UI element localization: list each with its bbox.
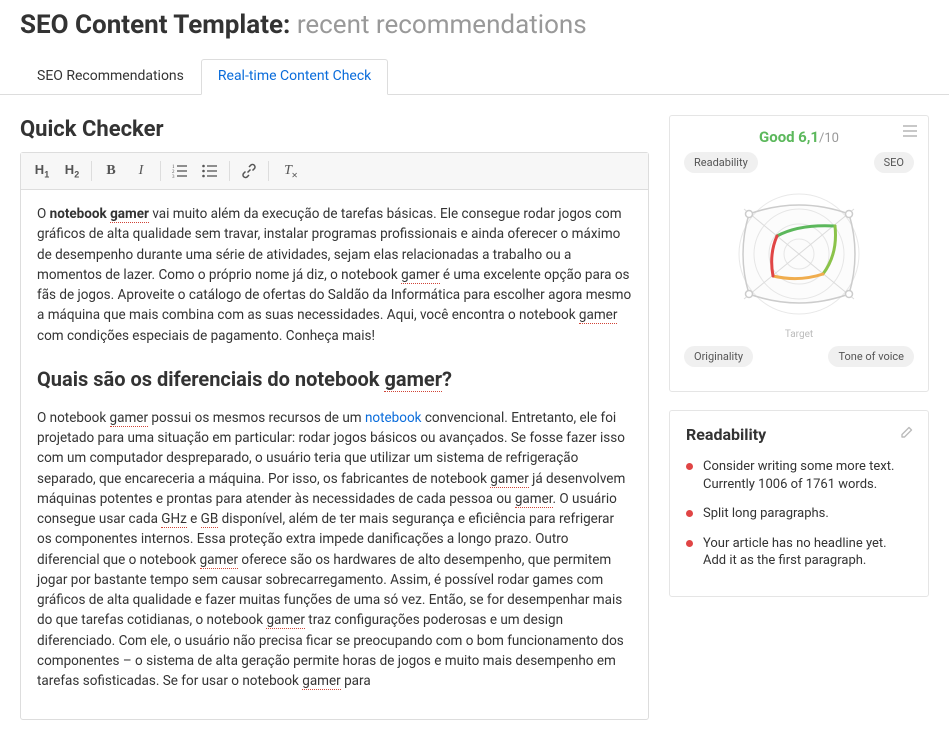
- abbr-ghz: GHz: [161, 511, 187, 528]
- keyword-gamer: gamer: [200, 552, 239, 569]
- keyword-gamer: gamer: [579, 307, 618, 324]
- keyword-gamer: gamer: [110, 206, 149, 223]
- ordered-list-button[interactable]: 123: [165, 157, 195, 185]
- editor-content[interactable]: O notebook gamer vai muito além da execu…: [21, 190, 648, 719]
- score-line: Good 6,1/10: [680, 128, 918, 146]
- keyword-gamer: gamer: [490, 471, 529, 488]
- recommendation-text: Split long paragraphs.: [703, 505, 829, 523]
- editor: H1 H2 B I 123 T✕: [20, 152, 649, 720]
- panel-menu-icon[interactable]: [902, 124, 918, 142]
- badge-readability[interactable]: Readability: [684, 152, 758, 173]
- link-notebook[interactable]: notebook: [365, 410, 422, 426]
- edit-icon[interactable]: [900, 425, 914, 443]
- keyword-gamer: gamer: [384, 367, 442, 392]
- italic-button[interactable]: I: [126, 157, 156, 185]
- bold-button[interactable]: B: [96, 157, 126, 185]
- unordered-list-button[interactable]: [195, 157, 225, 185]
- tab-bar: SEO Recommendations Real-time Content Ch…: [0, 58, 949, 95]
- score-label: Good: [759, 128, 795, 146]
- editor-toolbar: H1 H2 B I 123 T✕: [21, 153, 648, 190]
- bullet-icon: [686, 540, 693, 547]
- editor-paragraph: O notebook gamer vai muito além da execu…: [37, 204, 632, 346]
- quick-checker-heading: Quick Checker: [20, 115, 649, 142]
- keyword-gamer: gamer: [110, 410, 149, 427]
- toolbar-separator: [229, 161, 230, 181]
- bullet-icon: [686, 510, 693, 517]
- recommendation-text: Consider writing some more text. Current…: [703, 458, 912, 493]
- radar-chart: [680, 179, 918, 329]
- page-title-suffix: recent recommendations: [297, 10, 587, 40]
- recommendation-text: Your article has no headline yet. Add it…: [703, 535, 912, 570]
- abbr-gb: GB: [201, 511, 219, 528]
- svg-text:3: 3: [172, 175, 175, 178]
- page-title-prefix: SEO Content Template:: [20, 10, 297, 40]
- bullet-icon: [686, 463, 693, 470]
- tab-seo-recommendations[interactable]: SEO Recommendations: [20, 59, 201, 95]
- editor-heading-2: Quais são os diferenciais do notebook ga…: [37, 364, 632, 394]
- link-button[interactable]: [234, 157, 264, 185]
- recommendation-item: Split long paragraphs.: [686, 505, 912, 523]
- score-value: 6,1: [798, 128, 819, 146]
- toolbar-separator: [91, 161, 92, 181]
- h2-button[interactable]: H2: [57, 157, 87, 185]
- recommendation-list: Consider writing some more text. Current…: [686, 458, 912, 570]
- keyword-gamer: gamer: [515, 491, 553, 508]
- tab-realtime-content-check[interactable]: Real-time Content Check: [201, 59, 388, 95]
- badge-originality[interactable]: Originality: [684, 346, 753, 367]
- readability-panel: Readability Consider writing some more t…: [669, 410, 929, 597]
- readability-title: Readability: [686, 425, 912, 444]
- toolbar-separator: [268, 161, 269, 181]
- clear-format-button[interactable]: T✕: [273, 157, 303, 185]
- badge-seo[interactable]: SEO: [874, 152, 914, 173]
- keyword-gamer: gamer: [401, 267, 440, 284]
- toolbar-separator: [160, 161, 161, 181]
- keyword-gamer: gamer: [302, 673, 341, 690]
- badge-tone[interactable]: Tone of voice: [828, 346, 914, 367]
- score-max: /10: [819, 131, 839, 146]
- page-title: SEO Content Template: recent recommendat…: [0, 0, 949, 58]
- recommendation-item: Your article has no headline yet. Add it…: [686, 535, 912, 570]
- score-panel: Good 6,1/10 Readability SEO: [669, 115, 929, 392]
- target-label: Target: [680, 329, 918, 340]
- editor-paragraph: O notebook gamer possui os mesmos recurs…: [37, 408, 632, 692]
- recommendation-item: Consider writing some more text. Current…: [686, 458, 912, 493]
- h1-button[interactable]: H1: [27, 157, 57, 185]
